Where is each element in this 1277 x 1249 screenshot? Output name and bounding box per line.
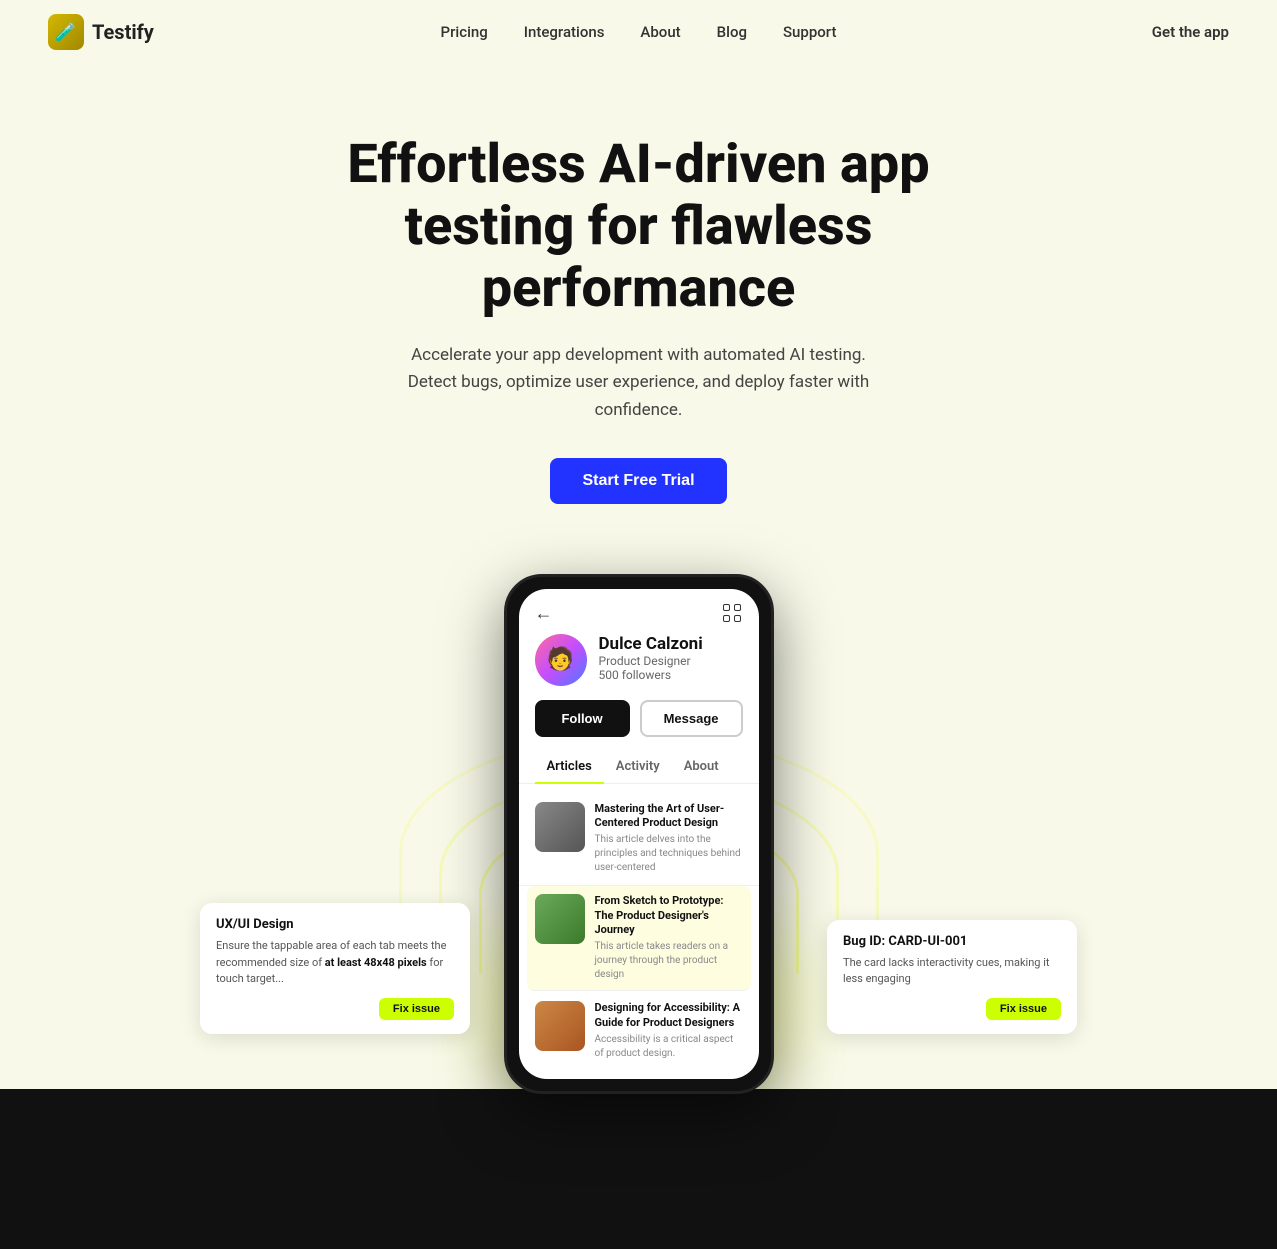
- hero-section: Effortless AI-driven app testing for fla…: [0, 64, 1277, 544]
- article-item: Mastering the Art of User-Centered Produ…: [519, 792, 759, 887]
- start-trial-button[interactable]: Start Free Trial: [550, 458, 726, 504]
- phone-section: ← 🧑 Dulce Calzoni Product Designer 500 f…: [0, 574, 1277, 1094]
- dots-menu-icon[interactable]: [723, 604, 743, 622]
- article-item-highlighted: From Sketch to Prototype: The Product De…: [527, 886, 751, 991]
- fix-issue-button-right[interactable]: Fix issue: [986, 998, 1061, 1020]
- get-app-button[interactable]: Get the app: [1152, 23, 1229, 41]
- dot-1: [723, 604, 730, 611]
- logo-text: Testify: [92, 20, 154, 44]
- hero-title: Effortless AI-driven app testing for fla…: [289, 134, 989, 320]
- tooltip-right: Bug ID: CARD-UI-001 The card lacks inter…: [827, 920, 1077, 1034]
- follow-button[interactable]: Follow: [535, 700, 630, 737]
- tooltip-left-header: UX/UI Design: [216, 917, 454, 932]
- article-title: From Sketch to Prototype: The Product De…: [595, 894, 743, 937]
- article-title: Designing for Accessibility: A Guide for…: [595, 1001, 743, 1030]
- profile-tabs: Articles Activity About: [519, 751, 759, 784]
- profile-title: Product Designer: [599, 654, 703, 668]
- logo-icon: 🧪: [48, 14, 84, 50]
- tooltip-left: UX/UI Design Ensure the tappable area of…: [200, 903, 470, 1034]
- nav-support[interactable]: Support: [783, 23, 836, 41]
- article-item: Designing for Accessibility: A Guide for…: [519, 991, 759, 1071]
- tooltip-left-body: Ensure the tappable area of each tab mee…: [216, 938, 454, 988]
- article-desc: This article takes readers on a journey …: [595, 940, 743, 982]
- article-content: Mastering the Art of User-Centered Produ…: [595, 802, 743, 876]
- tab-activity[interactable]: Activity: [604, 751, 672, 783]
- article-thumbnail: [535, 894, 585, 944]
- navigation: 🧪 Testify Pricing Integrations About Blo…: [0, 0, 1277, 64]
- avatar: 🧑: [535, 634, 587, 686]
- nav-about[interactable]: About: [640, 23, 680, 41]
- article-thumbnail: [535, 802, 585, 852]
- phone-mockup: ← 🧑 Dulce Calzoni Product Designer 500 f…: [504, 574, 774, 1094]
- tab-about[interactable]: About: [672, 751, 731, 783]
- phone-screen: ← 🧑 Dulce Calzoni Product Designer 500 f…: [519, 589, 759, 1079]
- tooltip-right-header: Bug ID: CARD-UI-001: [843, 934, 1061, 949]
- tooltip-right-body: The card lacks interactivity cues, makin…: [843, 955, 1061, 988]
- dot-4: [734, 615, 741, 622]
- tab-articles[interactable]: Articles: [535, 751, 604, 784]
- article-desc: Accessibility is a critical aspect of pr…: [595, 1033, 743, 1061]
- article-content: From Sketch to Prototype: The Product De…: [595, 894, 743, 982]
- back-arrow-icon[interactable]: ←: [535, 603, 553, 624]
- article-title: Mastering the Art of User-Centered Produ…: [595, 802, 743, 831]
- article-thumbnail: [535, 1001, 585, 1051]
- message-button[interactable]: Message: [640, 700, 743, 737]
- nav-pricing[interactable]: Pricing: [441, 23, 488, 41]
- profile-section: 🧑 Dulce Calzoni Product Designer 500 fol…: [519, 634, 759, 700]
- nav-blog[interactable]: Blog: [717, 23, 747, 41]
- dot-3: [723, 615, 730, 622]
- fix-issue-button-left[interactable]: Fix issue: [379, 998, 454, 1020]
- articles-list: Mastering the Art of User-Centered Produ…: [519, 784, 759, 1079]
- article-content: Designing for Accessibility: A Guide for…: [595, 1001, 743, 1061]
- phone-wrapper: ← 🧑 Dulce Calzoni Product Designer 500 f…: [0, 574, 1277, 1094]
- bottom-bar: [0, 1089, 1277, 1249]
- dot-2: [734, 604, 741, 611]
- article-desc: This article delves into the principles …: [595, 833, 743, 875]
- profile-action-buttons: Follow Message: [519, 700, 759, 751]
- profile-info: Dulce Calzoni Product Designer 500 follo…: [599, 634, 703, 682]
- nav-links: Pricing Integrations About Blog Support: [441, 23, 837, 41]
- logo[interactable]: 🧪 Testify: [48, 14, 154, 50]
- nav-integrations[interactable]: Integrations: [524, 23, 605, 41]
- hero-subtitle: Accelerate your app development with aut…: [399, 342, 879, 424]
- profile-name: Dulce Calzoni: [599, 634, 703, 654]
- phone-header: ←: [519, 589, 759, 634]
- profile-followers: 500 followers: [599, 668, 703, 682]
